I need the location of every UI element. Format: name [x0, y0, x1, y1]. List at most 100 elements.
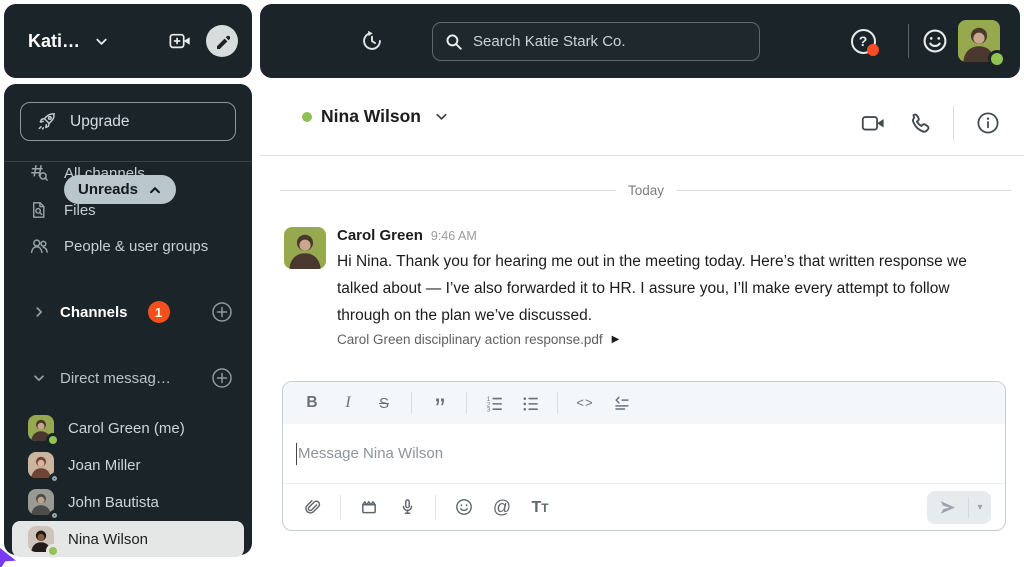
message-author[interactable]: Carol Green — [337, 227, 423, 244]
format-toolbar: B I S ” 1 2 3 — [283, 382, 1005, 424]
emoji-icon — [455, 498, 473, 516]
compose-button[interactable] — [206, 25, 238, 57]
presence-indicator — [991, 53, 1003, 65]
search-input[interactable] — [473, 33, 747, 50]
search-box[interactable] — [432, 22, 760, 61]
channels-section-header[interactable]: Channels 1 — [4, 297, 252, 327]
expand-triangle-icon: ▶ — [612, 334, 620, 345]
sidebar-item-label: People & user groups — [64, 238, 208, 255]
dm-item-joan-miller[interactable]: Joan Miller — [12, 447, 244, 483]
divider-line — [676, 190, 1012, 191]
message-timestamp: 9:46 AM — [431, 229, 477, 243]
microphone-icon — [399, 498, 416, 516]
presence-indicator — [49, 547, 57, 555]
emoji-status-icon — [922, 28, 948, 54]
text-format-button[interactable]: TT — [525, 493, 555, 521]
video-clip-button[interactable] — [354, 493, 384, 521]
composer-input-row — [283, 424, 1005, 483]
dm-name: Joan Miller — [68, 457, 141, 474]
new-huddle-button[interactable] — [169, 31, 192, 51]
audio-clip-button[interactable] — [392, 493, 422, 521]
svg-text:3: 3 — [486, 407, 490, 411]
presence-indicator — [302, 112, 312, 122]
chevron-down-icon — [434, 109, 449, 124]
chevron-down-icon — [32, 371, 46, 385]
workspace-name[interactable]: Kati… — [28, 31, 80, 52]
toolbar-divider — [411, 392, 412, 414]
file-search-icon — [30, 201, 48, 219]
code-block-button[interactable] — [606, 389, 636, 417]
caret-down-icon: ▾ — [977, 502, 982, 513]
avatar — [28, 489, 54, 515]
text-caret — [296, 443, 297, 465]
presence-indicator — [49, 436, 57, 444]
toolbar-divider — [557, 392, 558, 414]
video-call-icon — [861, 112, 886, 134]
user-avatar[interactable] — [958, 20, 1000, 62]
dm-item-john-bautista[interactable]: John Bautista — [12, 484, 244, 520]
channel-browser-icon — [30, 164, 48, 182]
top-bar: ? — [260, 4, 1020, 78]
ordered-list-icon: 1 2 3 — [486, 395, 503, 412]
italic-button[interactable]: I — [333, 389, 363, 417]
help-icon: ? — [851, 29, 876, 54]
unreads-pill[interactable]: Unreads — [64, 175, 176, 204]
history-button[interactable] — [360, 29, 384, 53]
info-icon — [976, 111, 1000, 135]
video-camera-plus-icon — [169, 31, 192, 51]
emoji-status-button[interactable] — [922, 28, 948, 54]
send-icon — [939, 499, 956, 516]
info-button[interactable] — [976, 111, 1000, 135]
bold-button[interactable]: B — [297, 389, 327, 417]
dm-section-header[interactable]: Direct messag… — [4, 363, 252, 393]
phone-call-button[interactable] — [908, 112, 931, 135]
attachment-name: Carol Green disciplinary action response… — [337, 332, 603, 347]
chevron-up-icon — [148, 183, 162, 197]
code-button[interactable]: <> — [570, 389, 600, 417]
unreads-label: Unreads — [78, 181, 138, 198]
divider-line — [280, 190, 616, 191]
avatar[interactable] — [284, 227, 326, 269]
upgrade-button[interactable]: Upgrade — [20, 102, 236, 141]
blockquote-button[interactable]: ” — [424, 389, 454, 417]
dm-name: Carol Green (me) — [68, 420, 185, 437]
send-options-button[interactable]: ▾ — [969, 491, 991, 524]
text-format-icon: TT — [531, 497, 548, 517]
toolbar-divider — [435, 495, 436, 519]
composer-action-bar: @ TT ▾ — [283, 483, 1005, 530]
bullet-list-button[interactable] — [515, 389, 545, 417]
dm-name: Nina Wilson — [68, 531, 148, 548]
attach-button[interactable] — [297, 493, 327, 521]
dm-item-nina-wilson[interactable]: Nina Wilson — [12, 521, 244, 557]
sidebar-item-people[interactable]: People & user groups — [4, 231, 252, 261]
avatar — [28, 415, 54, 441]
send-button-group: ▾ — [927, 491, 991, 524]
sidebar: Upgrade All channels Unreads Files — [4, 84, 252, 555]
emoji-button[interactable] — [449, 493, 479, 521]
header-divider — [953, 106, 954, 140]
date-label: Today — [628, 183, 664, 198]
unread-badge: 1 — [148, 301, 170, 323]
toolbar-divider — [466, 392, 467, 414]
send-button[interactable] — [927, 491, 968, 524]
paperclip-icon — [304, 498, 321, 516]
message: Carol Green 9:46 AM Hi Nina. Thank you f… — [284, 227, 982, 347]
chevron-down-icon[interactable] — [94, 34, 109, 49]
channels-label: Channels — [60, 304, 128, 321]
message-text: Hi Nina. Thank you for hearing me out in… — [337, 248, 982, 329]
message-input[interactable] — [298, 445, 992, 462]
add-dm-button[interactable] — [210, 366, 234, 390]
conversation-title-button[interactable]: Nina Wilson — [302, 106, 449, 127]
dm-item-carol-green[interactable]: Carol Green (me) — [12, 410, 244, 446]
ordered-list-button[interactable]: 1 2 3 — [479, 389, 509, 417]
sidebar-item-label: Files — [64, 202, 96, 219]
attachment-toggle[interactable]: Carol Green disciplinary action response… — [337, 332, 619, 347]
strikethrough-button[interactable]: S — [369, 389, 399, 417]
help-button[interactable]: ? — [848, 26, 878, 56]
search-icon — [445, 33, 463, 51]
notification-dot — [867, 44, 879, 56]
add-channel-button[interactable] — [210, 300, 234, 324]
mention-button[interactable]: @ — [487, 493, 517, 521]
video-call-button[interactable] — [861, 112, 886, 134]
chevron-right-icon — [32, 305, 46, 319]
